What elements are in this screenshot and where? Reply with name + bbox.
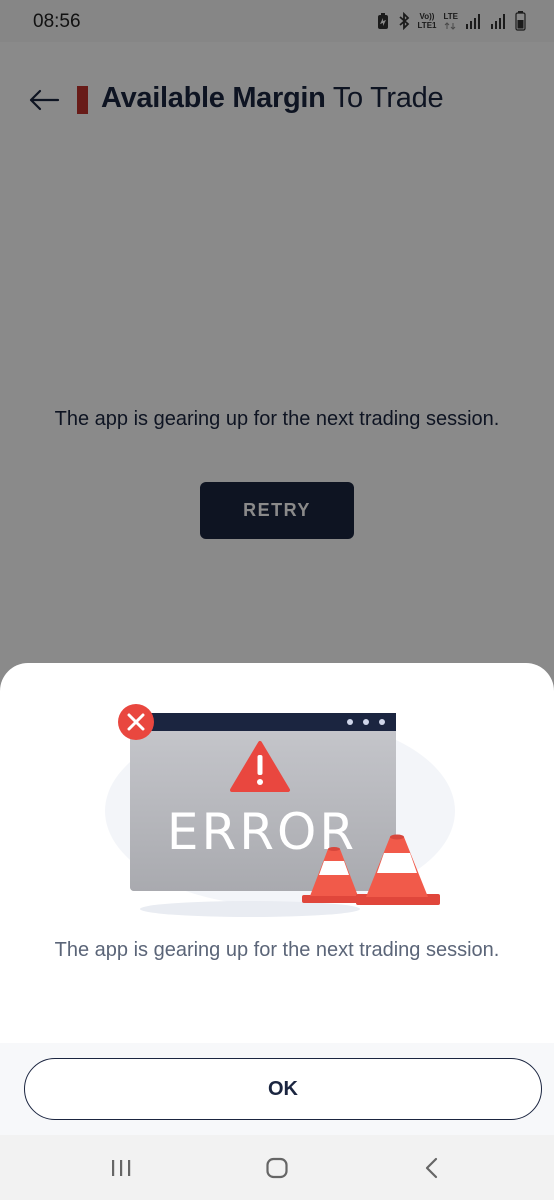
- back-icon: [425, 1157, 438, 1179]
- window-dot-icon: [363, 719, 369, 725]
- home-button[interactable]: [257, 1155, 297, 1181]
- system-nav-bar: [0, 1135, 554, 1200]
- back-button[interactable]: [412, 1155, 452, 1181]
- ok-button[interactable]: OK: [24, 1058, 542, 1120]
- error-illustration: ERROR: [105, 704, 455, 917]
- sheet-footer: OK: [0, 1043, 554, 1135]
- recents-button[interactable]: [101, 1155, 141, 1181]
- recents-icon: [112, 1160, 131, 1176]
- error-bottom-sheet: ERROR The app is gearing up for the next…: [0, 663, 554, 1135]
- home-icon: [266, 1157, 288, 1179]
- error-message: The app is gearing up for the next tradi…: [54, 939, 500, 961]
- window-dot-icon: [347, 719, 353, 725]
- window-dot-icon: [379, 719, 385, 725]
